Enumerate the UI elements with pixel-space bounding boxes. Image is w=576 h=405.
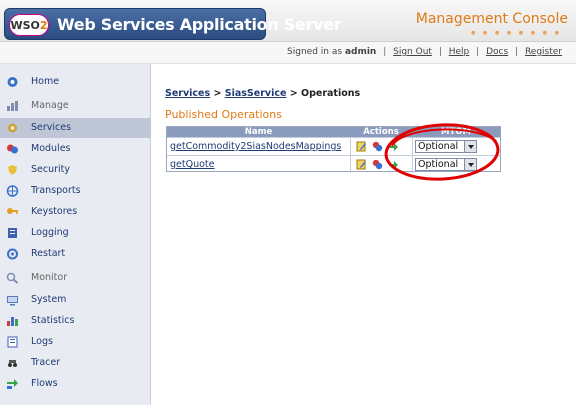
page-title: Published Operations <box>165 108 282 121</box>
sidebar-item-home[interactable]: Home <box>0 72 151 92</box>
column-divider <box>350 138 351 155</box>
sidebar-item-label: Transports <box>31 185 81 196</box>
app-header: WSO2 Web Services Application Server Man… <box>0 0 576 42</box>
console-dots-decoration: ● ● ● ● ● ● ● ● <box>470 30 562 36</box>
sidebar-item-label: Logging <box>31 227 69 238</box>
sidebar-item-label: Services <box>31 122 72 133</box>
sidebar-section-monitor: Monitor <box>0 268 151 288</box>
wso2-logo: WSO2 <box>9 14 49 36</box>
flows-icon <box>7 379 18 389</box>
sidebar-item-label: Restart <box>31 248 66 259</box>
console-title: Management Console <box>415 11 568 27</box>
sidebar-item-logs[interactable]: Logs <box>0 332 151 352</box>
manage-icon <box>7 101 18 111</box>
sidebar-item-modules[interactable]: Modules <box>0 139 151 159</box>
sidebar-item-security[interactable]: Security <box>0 160 151 180</box>
sidebar-item-label: Logs <box>31 336 53 347</box>
logging-icon <box>8 228 17 238</box>
home-icon <box>7 77 18 87</box>
sidebar-section-manage: Manage <box>0 96 151 116</box>
sidebar-item-label: Modules <box>31 143 71 154</box>
tracer-icon <box>8 360 17 367</box>
link-separator: | <box>515 47 519 57</box>
sidebar-item-statistics[interactable]: Statistics <box>0 311 151 331</box>
link-separator: | <box>383 47 387 57</box>
help-link[interactable]: Help <box>449 47 470 57</box>
sidebar-item-tracer[interactable]: Tracer <box>0 353 151 373</box>
sidebar-nav: Home Manage Services Modules Security Tr… <box>0 64 151 405</box>
breadcrumb-service-link[interactable]: SiasService <box>225 88 287 99</box>
shield-icon <box>8 165 17 175</box>
bar-chart-icon <box>7 317 18 326</box>
edit-icon[interactable] <box>356 159 367 170</box>
modules-icon <box>7 144 18 154</box>
sidebar-section-label: Manage <box>31 100 69 111</box>
sidebar-item-logging[interactable]: Logging <box>0 223 151 243</box>
sidebar-item-flows[interactable]: Flows <box>0 374 151 394</box>
sidebar-item-label: Tracer <box>31 357 61 368</box>
sidebar-item-transports[interactable]: Transports <box>0 181 151 201</box>
sidebar-item-label: Keystores <box>31 206 78 217</box>
red-annotation-ellipse <box>384 123 500 181</box>
user-links: Signed in as admin | Sign Out | Help | D… <box>287 47 562 57</box>
signed-in-user: admin <box>344 47 377 57</box>
sign-out-link[interactable]: Sign Out <box>393 47 432 57</box>
breadcrumb-current: Operations <box>301 88 361 99</box>
sidebar-item-label: Flows <box>31 378 58 389</box>
sidebar-item-label: Statistics <box>31 315 75 326</box>
link-separator: | <box>476 47 480 57</box>
app-title: Web Services Application Server <box>57 15 342 34</box>
sidebar-item-keystores[interactable]: Keystores <box>0 202 151 222</box>
sidebar-item-label: Security <box>31 164 71 175</box>
link-separator: | <box>438 47 442 57</box>
sidebar-section-label: Monitor <box>31 272 68 283</box>
signed-in-label: Signed in as <box>287 47 343 57</box>
restart-icon <box>7 248 18 260</box>
column-divider <box>350 156 351 173</box>
operation-name-link[interactable]: getQuote <box>170 159 214 170</box>
breadcrumb-separator: > <box>289 88 298 99</box>
sidebar-item-label: Home <box>31 76 60 87</box>
logs-icon <box>7 336 18 348</box>
docs-link[interactable]: Docs <box>486 47 508 57</box>
top-links-bar: Signed in as admin | Sign Out | Help | D… <box>0 42 576 64</box>
sidebar-item-label: System <box>31 294 67 305</box>
breadcrumb: Services > SiasService > Operations <box>165 88 360 99</box>
sidebar-item-restart[interactable]: Restart <box>0 244 151 264</box>
product-logo-banner: WSO2 Web Services Application Server <box>4 8 342 40</box>
edit-icon[interactable] <box>356 141 367 152</box>
breadcrumb-separator: > <box>213 88 222 99</box>
system-icon <box>7 296 18 306</box>
sidebar-item-services[interactable]: Services <box>0 118 151 138</box>
magnifier-icon <box>6 272 19 284</box>
services-icon <box>8 123 17 133</box>
sidebar-item-system[interactable]: System <box>0 290 151 310</box>
register-link[interactable]: Register <box>525 47 562 57</box>
column-header-name: Name <box>167 127 350 137</box>
transports-icon <box>6 185 19 197</box>
key-icon <box>7 208 18 214</box>
breadcrumb-services-link[interactable]: Services <box>165 88 210 99</box>
operation-name-link[interactable]: getCommodity2SiasNodesMappings <box>170 141 341 152</box>
